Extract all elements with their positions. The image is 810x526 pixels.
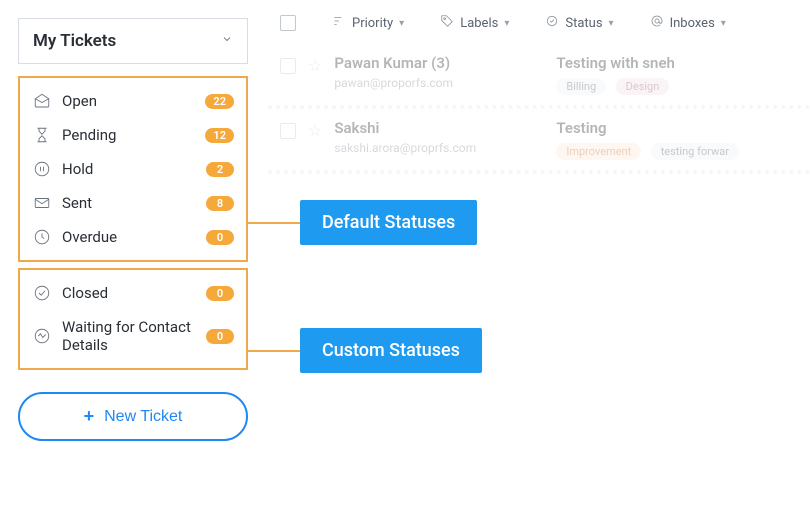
- chevron-down-icon: ▾: [609, 18, 614, 29]
- ticket-row[interactable]: ☆ Pawan Kumar (3) pawan@proporfs.com Tes…: [268, 44, 810, 109]
- status-label: Hold: [62, 160, 196, 178]
- ticket-tag: Design: [616, 78, 670, 95]
- status-count-badge: 0: [206, 286, 234, 301]
- status-filter[interactable]: Status ▾: [545, 14, 613, 32]
- new-ticket-label: New Ticket: [104, 408, 182, 426]
- ticket-views-dropdown[interactable]: My Tickets: [18, 18, 248, 64]
- toolbar: Priority ▾ Labels ▾ Status ▾ Inboxes ▾: [268, 8, 810, 38]
- main-content: Priority ▾ Labels ▾ Status ▾ Inboxes ▾ ☆…: [268, 8, 810, 174]
- status-count-badge: 22: [205, 94, 234, 109]
- ticket-subject: Testing with sneh: [556, 54, 675, 72]
- default-statuses-group: Open 22 Pending 12 Hold 2 Sent 8: [18, 76, 248, 262]
- star-icon[interactable]: ☆: [308, 121, 322, 140]
- ticket-email: sakshi.arora@proprfs.com: [334, 141, 544, 155]
- ticket-sender: Pawan Kumar (3): [334, 54, 544, 72]
- status-overdue[interactable]: Overdue 0: [24, 220, 242, 254]
- activity-circle-icon: [32, 327, 52, 345]
- labels-filter[interactable]: Labels ▾: [440, 14, 509, 32]
- status-waiting-contact[interactable]: Waiting for Contact Details 0: [24, 310, 242, 362]
- inboxes-filter[interactable]: Inboxes ▾: [650, 14, 726, 32]
- status-label: Sent: [62, 194, 196, 212]
- status-count-badge: 0: [206, 230, 234, 245]
- status-count-badge: 2: [206, 162, 234, 177]
- status-count-badge: 12: [205, 128, 234, 143]
- ticket-row[interactable]: ☆ Sakshi sakshi.arora@proprfs.com Testin…: [268, 109, 810, 174]
- check-circle-icon: [32, 284, 52, 302]
- toolbar-label: Status: [565, 16, 602, 31]
- ticket-tag: testing forwar: [651, 143, 739, 160]
- chevron-down-icon: ▾: [504, 18, 509, 29]
- status-sent[interactable]: Sent 8: [24, 186, 242, 220]
- ticket-email: pawan@proporfs.com: [334, 76, 544, 90]
- plus-icon: +: [84, 406, 95, 427]
- status-closed[interactable]: Closed 0: [24, 276, 242, 310]
- status-label: Closed: [62, 284, 196, 302]
- toolbar-label: Priority: [352, 16, 393, 31]
- priority-filter[interactable]: Priority ▾: [332, 14, 404, 32]
- ticket-list: ☆ Pawan Kumar (3) pawan@proporfs.com Tes…: [268, 44, 810, 174]
- annotation-connector: [248, 222, 300, 224]
- toolbar-label: Inboxes: [670, 16, 715, 31]
- custom-statuses-group: Closed 0 Waiting for Contact Details 0: [18, 268, 248, 370]
- status-count-badge: 0: [206, 329, 234, 344]
- annotation-default-statuses: Default Statuses: [300, 200, 477, 245]
- star-icon[interactable]: ☆: [308, 56, 322, 75]
- pause-circle-icon: [32, 160, 52, 178]
- sidebar: My Tickets Open 22 Pending 12 Hold 2: [18, 18, 248, 441]
- ticket-sender: Sakshi: [334, 119, 544, 137]
- chevron-down-icon: ▾: [399, 18, 404, 29]
- annotation-connector: [248, 350, 300, 352]
- status-icon: [545, 14, 559, 32]
- status-hold[interactable]: Hold 2: [24, 152, 242, 186]
- envelope-open-icon: [32, 92, 52, 110]
- clock-icon: [32, 228, 52, 246]
- toolbar-label: Labels: [460, 16, 498, 31]
- row-checkbox[interactable]: [280, 123, 296, 139]
- status-count-badge: 8: [206, 196, 234, 211]
- row-checkbox[interactable]: [280, 58, 296, 74]
- annotation-custom-statuses: Custom Statuses: [300, 328, 482, 373]
- ticket-views-title: My Tickets: [33, 31, 116, 51]
- status-open[interactable]: Open 22: [24, 84, 242, 118]
- envelope-icon: [32, 194, 52, 212]
- ticket-tag: Billing: [556, 78, 606, 95]
- status-label: Overdue: [62, 228, 196, 246]
- new-ticket-button[interactable]: + New Ticket: [18, 392, 248, 441]
- at-icon: [650, 14, 664, 32]
- status-label: Pending: [62, 126, 195, 144]
- priority-icon: [332, 14, 346, 32]
- chevron-down-icon: ▾: [721, 18, 726, 29]
- ticket-subject: Testing: [556, 119, 745, 137]
- status-label: Waiting for Contact Details: [62, 318, 196, 354]
- status-label: Open: [62, 92, 195, 110]
- hourglass-icon: [32, 126, 52, 144]
- status-pending[interactable]: Pending 12: [24, 118, 242, 152]
- ticket-tag: Improvement: [556, 143, 641, 160]
- select-all-checkbox[interactable]: [280, 15, 296, 31]
- chevron-down-icon: [221, 33, 233, 49]
- tag-icon: [440, 14, 454, 32]
